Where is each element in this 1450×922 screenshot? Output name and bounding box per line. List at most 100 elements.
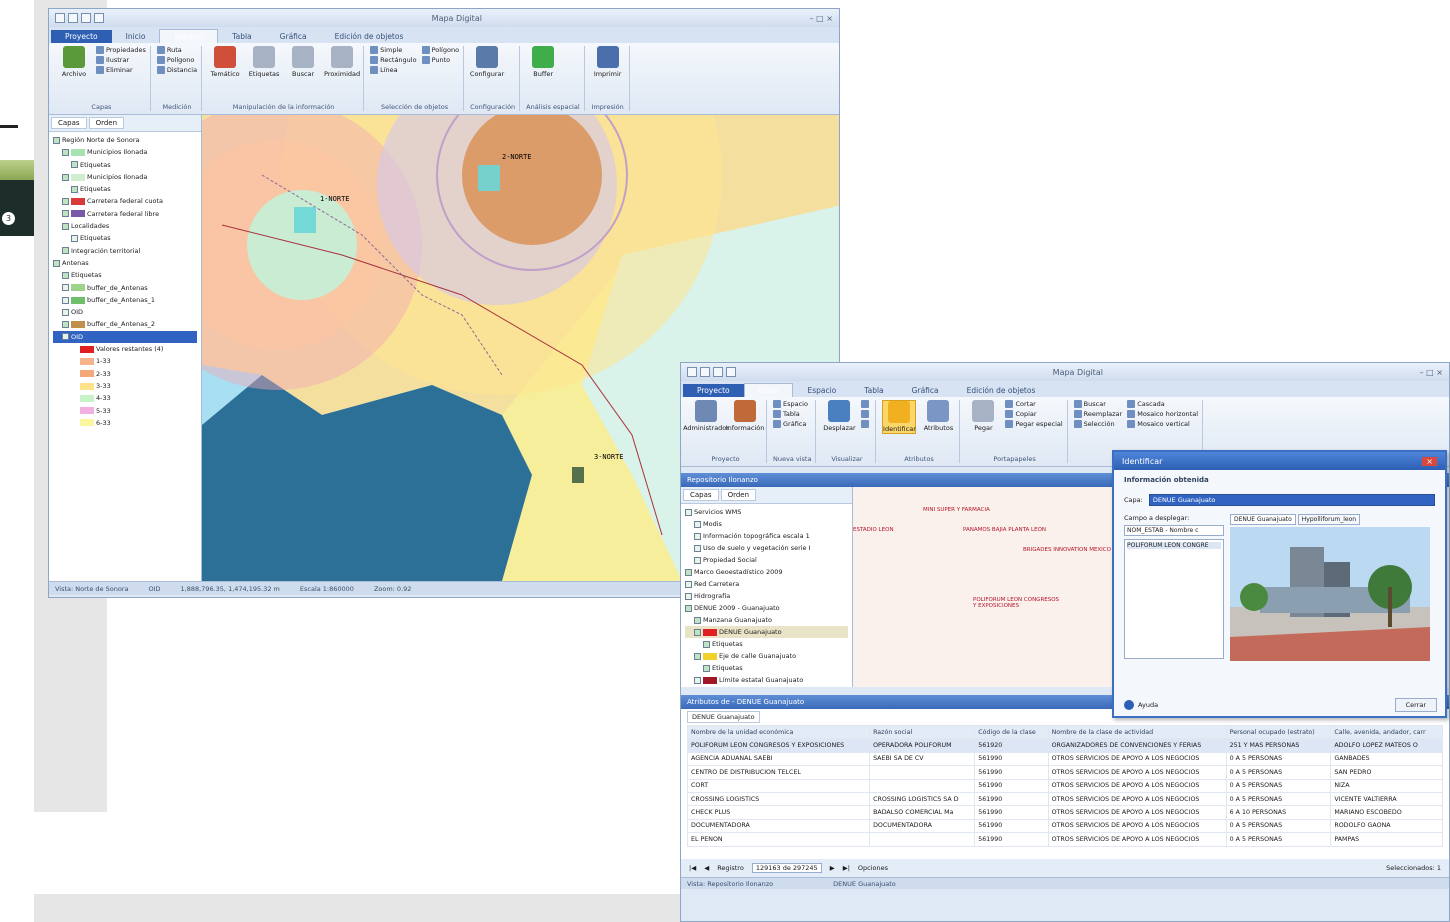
- ribbon-small-button[interactable]: [861, 400, 871, 408]
- first-record-icon[interactable]: |◀: [689, 864, 696, 872]
- tree-item[interactable]: 3-33: [53, 380, 197, 392]
- tree-item[interactable]: DENUE 2009 - Guanajuato: [685, 602, 848, 614]
- result-item[interactable]: POLIFORUM LEON CONGRE: [1127, 542, 1221, 549]
- tree-checkbox[interactable]: [53, 259, 60, 267]
- tree-item[interactable]: OID: [53, 306, 197, 318]
- ribbon-button[interactable]: Buscar: [286, 46, 320, 78]
- tree-item[interactable]: Marco Geoestadístico 2009: [685, 566, 848, 578]
- ribbon-small-button[interactable]: Simple: [370, 46, 416, 54]
- tree-item[interactable]: Manzana Guanajuato: [685, 614, 848, 626]
- ribbon-small-button[interactable]: Ruta: [156, 46, 197, 54]
- ribbon-button[interactable]: Proximidad: [324, 46, 360, 78]
- tree-item[interactable]: Uso de suelo y vegetación serie I: [685, 542, 848, 554]
- help-icon[interactable]: [1124, 700, 1134, 710]
- tree-checkbox[interactable]: [62, 284, 69, 292]
- last-record-icon[interactable]: ▶|: [843, 864, 850, 872]
- ribbon-small-button[interactable]: Punto: [421, 56, 459, 64]
- tab-proyecto[interactable]: Proyecto: [683, 384, 744, 397]
- tab-espacio[interactable]: Espacio: [793, 384, 850, 397]
- table-row[interactable]: AGENCIA ADUANAL SAEBI SAEBI SA DE CV 56199…: [686, 751, 1443, 767]
- ribbon-small-button[interactable]: [861, 420, 871, 428]
- ribbon-small-button[interactable]: Selección: [1073, 420, 1123, 428]
- tree-checkbox[interactable]: [694, 628, 701, 636]
- ribbon-button[interactable]: Desplazar: [822, 400, 856, 432]
- column-header[interactable]: Razón social: [869, 724, 976, 740]
- table-row[interactable]: CORT 561990 OTROS SERVICIOS DE APOYO A LOS…: [686, 778, 1443, 793]
- ribbon-small-button[interactable]: Mosaico horizontal: [1127, 410, 1198, 418]
- tab-inicio[interactable]: Inicio: [743, 383, 794, 397]
- tree-checkbox[interactable]: [685, 508, 692, 516]
- tab-orden[interactable]: Orden: [88, 117, 125, 129]
- ribbon-small-button[interactable]: Cascada: [1127, 400, 1198, 408]
- tree-item[interactable]: Antenas: [53, 257, 197, 269]
- ribbon-button[interactable]: Atributos: [921, 400, 955, 432]
- ribbon-small-button[interactable]: Mosaico vertical: [1127, 420, 1198, 428]
- tree-item[interactable]: Localidades: [53, 220, 197, 232]
- tree-item[interactable]: Valores restantes (4): [53, 343, 197, 355]
- ribbon-small-button[interactable]: Polígono: [421, 46, 459, 54]
- tree-item[interactable]: Carretera federal cuota: [53, 195, 197, 207]
- column-header[interactable]: Personal ocupado (estrato): [1225, 724, 1332, 740]
- tree-checkbox[interactable]: [62, 296, 69, 304]
- column-header[interactable]: Nombre de la unidad económica: [686, 724, 871, 740]
- tree-item[interactable]: Integración territorial: [53, 245, 197, 257]
- tree-item[interactable]: Hidrografía: [685, 590, 848, 602]
- tree-item[interactable]: Etiquetas: [685, 638, 848, 650]
- ribbon-button[interactable]: Temático: [208, 46, 242, 78]
- tree-checkbox[interactable]: [62, 308, 69, 316]
- tree-item[interactable]: Región Norte de Sonora: [53, 134, 197, 146]
- tree-item[interactable]: 5-33: [53, 405, 197, 417]
- table-row[interactable]: EL PENON 561990 OTROS SERVICIOS DE APOYO A…: [686, 832, 1443, 847]
- ribbon-small-button[interactable]: Rectángulo: [370, 56, 417, 64]
- close-button[interactable]: Cerrar: [1394, 698, 1437, 712]
- ribbon-button[interactable]: Información: [726, 400, 764, 432]
- table-row[interactable]: POLIFORUM LEON CONGRESOS Y EXPOSICIONES O…: [686, 738, 1443, 753]
- tree-checkbox[interactable]: [694, 520, 701, 528]
- ribbon-small-button[interactable]: Gráfica: [773, 420, 808, 428]
- tab-edicion[interactable]: Edición de objetos: [953, 384, 1050, 397]
- tab-tabla[interactable]: Tabla: [850, 384, 897, 397]
- tree-item[interactable]: Etiquetas: [53, 159, 197, 171]
- column-header[interactable]: Nombre de la clase de actividad: [1047, 724, 1227, 740]
- tab-espacio[interactable]: Espacio: [159, 29, 219, 43]
- campo-select[interactable]: NOM_ESTAB - Nombre c: [1124, 525, 1224, 536]
- tree-checkbox[interactable]: [62, 210, 69, 218]
- quick-access-toolbar[interactable]: [687, 367, 736, 377]
- tree-checkbox[interactable]: [703, 640, 710, 648]
- tree-item[interactable]: Etiquetas: [685, 662, 848, 674]
- column-header[interactable]: Código de la clase: [974, 724, 1049, 740]
- ribbon-small-button[interactable]: Reemplazar: [1073, 410, 1122, 418]
- tree-checkbox[interactable]: [685, 604, 692, 612]
- tab-inicio[interactable]: Inicio: [112, 30, 160, 43]
- table-row[interactable]: CENTRO DE DISTRIBUCION TELCEL 561990 OTROS…: [686, 765, 1443, 780]
- tree-checkbox[interactable]: [694, 616, 701, 624]
- next-record-icon[interactable]: ▶: [830, 864, 835, 872]
- tab-grafica[interactable]: Gráfica: [266, 30, 321, 43]
- tree-item[interactable]: Servicios WMS: [685, 506, 848, 518]
- tree-checkbox[interactable]: [62, 247, 69, 255]
- ribbon-button[interactable]: Identificar: [882, 400, 917, 434]
- tab-capas[interactable]: Capas: [683, 489, 719, 501]
- tab-proyecto[interactable]: Proyecto: [51, 30, 112, 43]
- tab-tabla[interactable]: Tabla: [218, 30, 265, 43]
- ribbon-small-button[interactable]: Eliminar: [96, 66, 146, 74]
- ribbon-small-button[interactable]: Buscar: [1073, 400, 1123, 408]
- tree-item[interactable]: Límite estatal Guanajuato: [685, 674, 848, 686]
- tree-checkbox[interactable]: [703, 664, 710, 672]
- table-row[interactable]: DOCUMENTADORA DOCUMENTADORA 561990 OTROS SE…: [686, 818, 1443, 834]
- ribbon-small-button[interactable]: Propiedades: [96, 46, 146, 54]
- tree-item[interactable]: Etiquetas: [53, 232, 197, 244]
- tree-checkbox[interactable]: [694, 544, 701, 552]
- tree-checkbox[interactable]: [62, 321, 69, 329]
- ribbon-button[interactable]: Administrador: [683, 400, 729, 432]
- ribbon-small-button[interactable]: Distancia: [156, 66, 197, 74]
- window-controls[interactable]: – □ ×: [810, 14, 833, 23]
- ribbon-button[interactable]: Configurar: [470, 46, 504, 78]
- tree-item[interactable]: buffer_de_Antenas_2: [53, 318, 197, 330]
- tree-item[interactable]: Eje de calle Guanajuato: [685, 650, 848, 662]
- tree-checkbox[interactable]: [62, 222, 69, 230]
- tree-checkbox[interactable]: [62, 148, 69, 156]
- tree-item[interactable]: Modis: [685, 518, 848, 530]
- tab-orden[interactable]: Orden: [720, 489, 757, 501]
- tree-checkbox[interactable]: [685, 580, 692, 588]
